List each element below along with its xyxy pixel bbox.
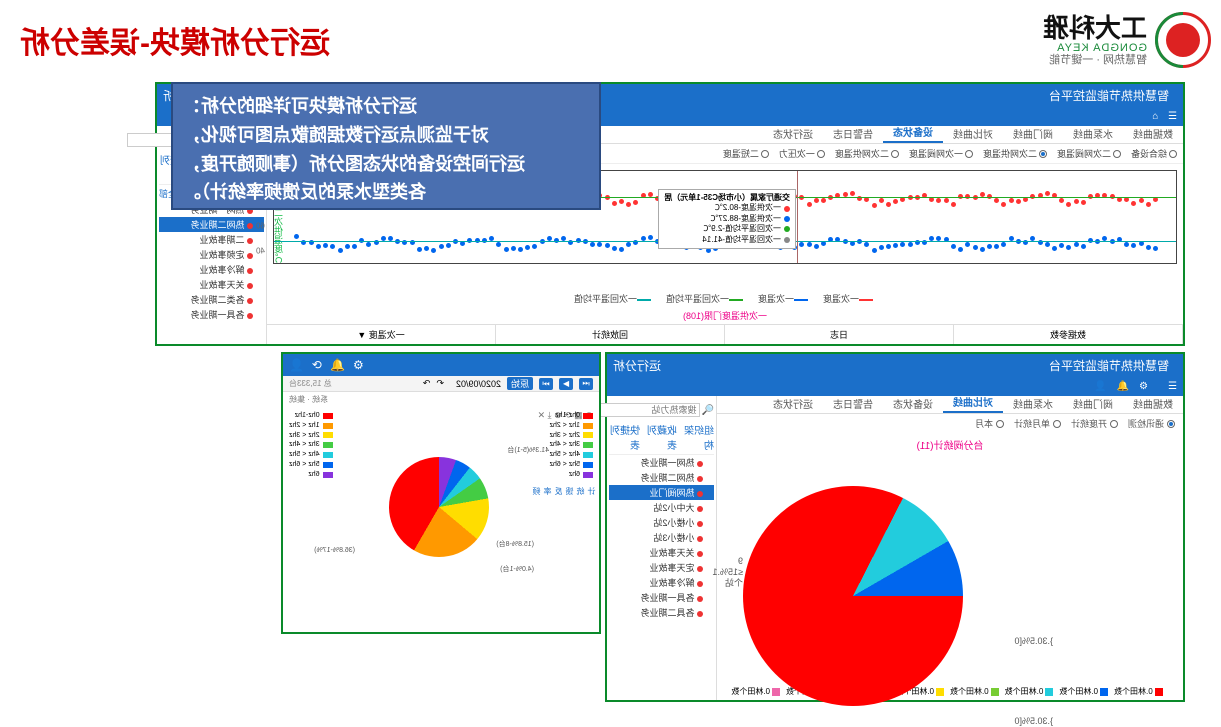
- tab-0[interactable]: 数据曲线: [1123, 394, 1183, 413]
- subopt[interactable]: 二次网供温度: [835, 147, 899, 160]
- pie-chart[interactable]: [743, 486, 963, 706]
- refresh-icon[interactable]: ⟳: [312, 358, 322, 372]
- sidetab[interactable]: 组织架构: [683, 422, 714, 452]
- tree-item[interactable]: 各具二期业务: [609, 605, 714, 620]
- app-title: 智慧供热节能监控平台: [1049, 357, 1169, 374]
- redo-icon[interactable]: ↷: [423, 378, 431, 389]
- user-icon[interactable]: 👤: [289, 358, 304, 372]
- tree-item[interactable]: 热网二期业务: [159, 217, 264, 232]
- callout-box: 运行分析模块可详细的分析： 对于监测点运行数据随散点图可视化， 运行间控设备的状…: [171, 82, 601, 210]
- next-button[interactable]: ⏭: [539, 378, 553, 390]
- panel-pie-small: ⚙ 🔔 ⟳ 👤 ⏮ ▶ ⏭ 原始 2020/09/02 ↶ ↷ 系统 · 集统 …: [281, 352, 601, 634]
- tree-item[interactable]: 各具一期业务: [159, 307, 264, 322]
- tree-item[interactable]: 大中小2站: [609, 500, 714, 515]
- tree-item[interactable]: 各具一期业务: [609, 590, 714, 605]
- chart-note[interactable]: 一次供温度门限(108): [267, 307, 1183, 324]
- tree-item[interactable]: 小楼小3站: [609, 530, 714, 545]
- gear-icon[interactable]: ⚙: [353, 358, 364, 372]
- pie-title: 台分阀统计(11): [717, 433, 1183, 456]
- home-icon[interactable]: ⌂: [1152, 111, 1158, 122]
- tree-item[interactable]: 定频事故业: [159, 247, 264, 262]
- tree-item[interactable]: 关天事故业: [609, 545, 714, 560]
- play-mode[interactable]: 原始: [507, 377, 533, 390]
- bell-icon[interactable]: 🔔: [330, 358, 345, 372]
- breadcrumb[interactable]: 运行分析: [613, 357, 661, 374]
- logo-text: 工大科雅 GONGDA KEYA 智慧热网 · 一键节能: [1043, 14, 1147, 67]
- subopt[interactable]: 综合设备: [1131, 147, 1177, 160]
- tab-3[interactable]: 对比曲线: [943, 392, 1003, 413]
- logo-icon: [1155, 12, 1211, 68]
- tab-5[interactable]: 告警日志: [823, 394, 883, 413]
- gear-icon[interactable]: ⚙: [1139, 381, 1148, 392]
- tree-item[interactable]: 热网二期业务: [609, 470, 714, 485]
- sidetab[interactable]: 收藏列表: [646, 422, 677, 452]
- mini-pie[interactable]: [389, 457, 489, 557]
- legend-item[interactable]: 一次回温平均值: [574, 294, 654, 304]
- tab-0[interactable]: 数据曲线: [1123, 124, 1183, 143]
- app-title: 智慧供热节能监控平台: [1049, 87, 1169, 104]
- tree-item[interactable]: 热网阀门业: [609, 485, 714, 500]
- chart-tooltip: 交通厅家属（小市场C35-1单元）居 一次供温度-80.2℃一次供温度-88.2…: [658, 189, 796, 249]
- tree-item[interactable]: 解冷事故业: [609, 575, 714, 590]
- legend-item[interactable]: 一次回温平均值: [666, 294, 746, 304]
- bell-icon[interactable]: 🔔: [1117, 381, 1129, 392]
- subopt[interactable]: 一次网阀温度: [909, 147, 973, 160]
- tab-1[interactable]: 阀门曲线: [1063, 394, 1123, 413]
- tree-item[interactable]: 热网一期业务: [609, 455, 714, 470]
- legend-item[interactable]: 一次温度: [823, 294, 876, 304]
- subopt[interactable]: 二次网阀温度: [1057, 147, 1121, 160]
- panel-pie-large: 智慧供热节能监控平台 运行分析 ☰ ⚙ 🔔 👤 数据曲线阀门曲线水泵曲线对比曲线…: [605, 352, 1185, 702]
- tree-item[interactable]: 二期事故业: [159, 232, 264, 247]
- search-icon[interactable]: 🔍: [702, 405, 714, 416]
- legend-item[interactable]: 一次温度: [758, 294, 811, 304]
- slide-title: 运行分析模块-误差分析: [20, 18, 330, 62]
- botbar-cell[interactable]: 回放统计: [496, 325, 725, 344]
- subopt[interactable]: 一次压力: [779, 147, 825, 160]
- play-button[interactable]: ▶: [559, 378, 573, 390]
- menu-icon[interactable]: ☰: [1168, 381, 1177, 392]
- tab-6[interactable]: 运行状态: [763, 394, 823, 413]
- tab-2[interactable]: 阀门曲线: [1003, 124, 1063, 143]
- tree-item[interactable]: 各类二期业务: [159, 292, 264, 307]
- botbar-cell[interactable]: 数据参数: [954, 325, 1183, 344]
- tab-6[interactable]: 运行状态: [763, 124, 823, 143]
- botbar-cell[interactable]: 日志: [725, 325, 954, 344]
- tree-item[interactable]: 定天事故业: [609, 560, 714, 575]
- prev-button[interactable]: ⏮: [579, 378, 593, 390]
- timestamp: 2020/09/02: [456, 379, 501, 389]
- subopt[interactable]: 二次网供温度: [983, 147, 1047, 160]
- tab-3[interactable]: 对比曲线: [943, 124, 1003, 143]
- tab-5[interactable]: 告警日志: [823, 124, 883, 143]
- sidetab[interactable]: 快捷列表: [609, 422, 640, 452]
- menu-icon[interactable]: ☰: [1168, 111, 1177, 122]
- tab-4[interactable]: 设备状态: [883, 122, 943, 143]
- view-tabs[interactable]: 系统 · 集统: [283, 392, 599, 407]
- botbar-cell[interactable]: 一次温度 ▼: [267, 325, 496, 344]
- subopt[interactable]: 二短温度: [723, 147, 769, 160]
- tab-2[interactable]: 水泵曲线: [1003, 394, 1063, 413]
- tree-item[interactable]: 小楼小2站: [609, 515, 714, 530]
- tree-item[interactable]: 解冷事故业: [159, 262, 264, 277]
- tab-4[interactable]: 设备状态: [883, 394, 943, 413]
- user-icon[interactable]: 👤: [1094, 381, 1106, 392]
- tree-item[interactable]: 关天事故业: [159, 277, 264, 292]
- tab-1[interactable]: 水泵曲线: [1063, 124, 1123, 143]
- undo-icon[interactable]: ↶: [436, 378, 444, 389]
